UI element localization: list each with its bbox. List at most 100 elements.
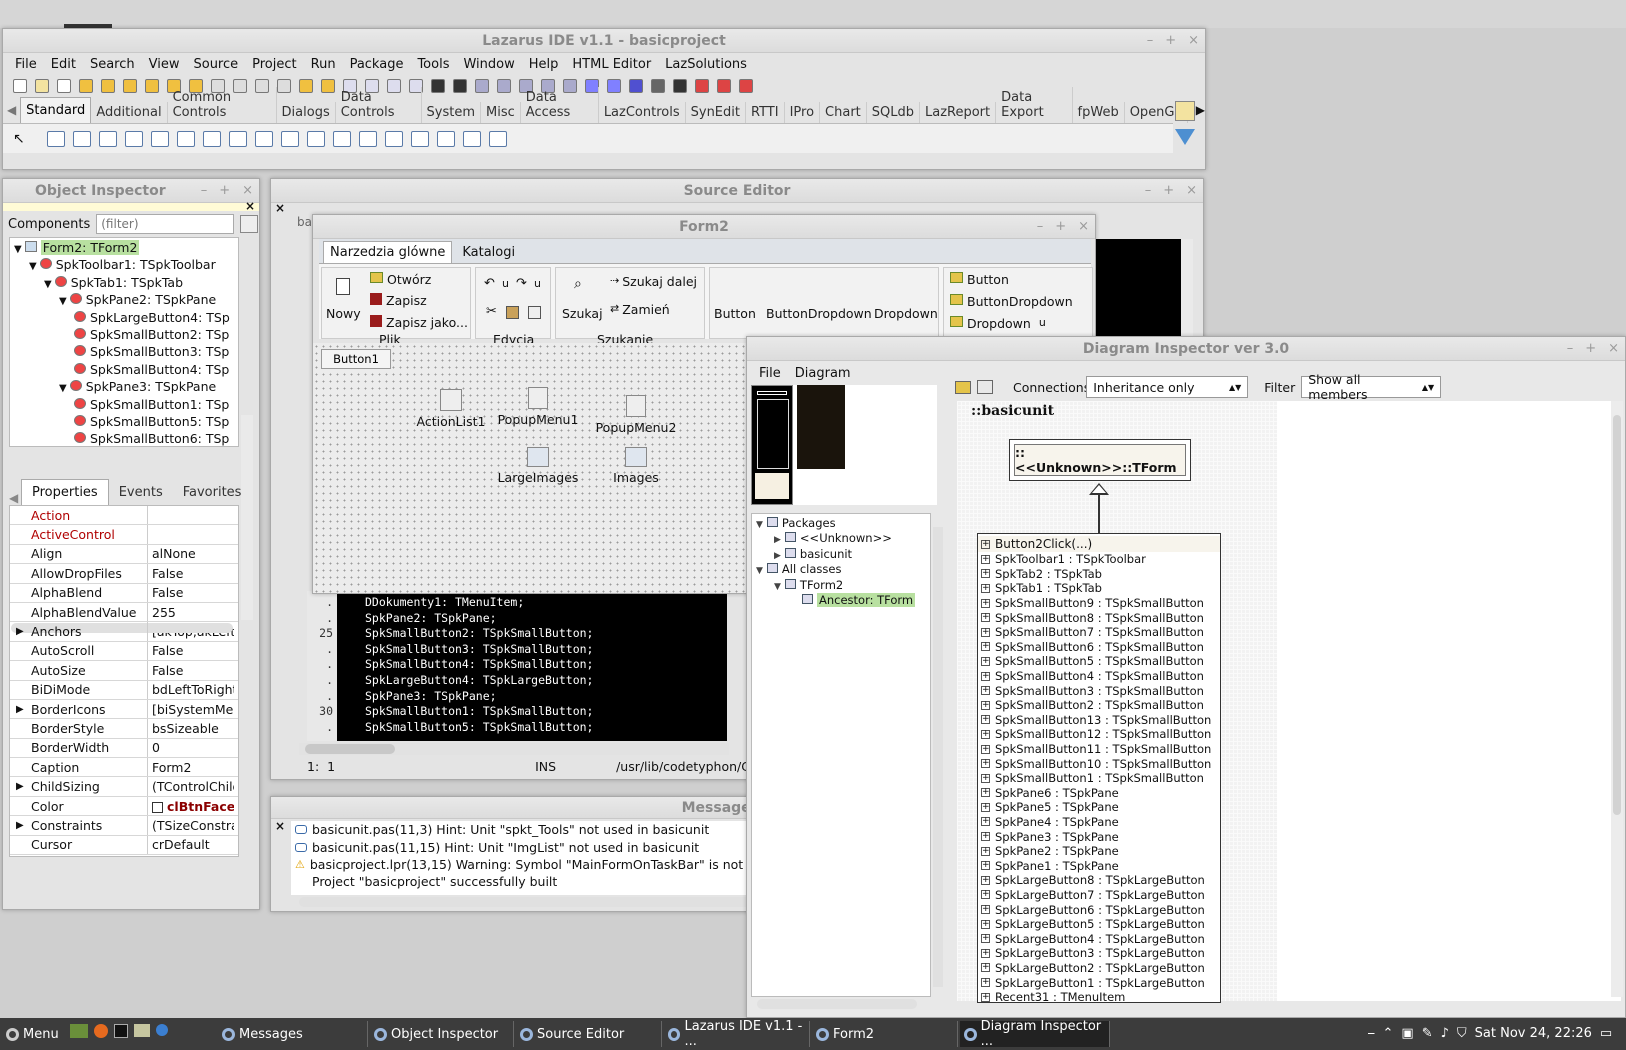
property-row[interactable]: AlphaBlendValue 255 xyxy=(10,602,238,623)
menu-lazsolutions[interactable]: LazSolutions xyxy=(659,57,753,72)
maximize-icon[interactable]: + xyxy=(1055,219,1066,234)
message-item[interactable]: basicunit.pas(11,3) Hint: Unit "spkt_Too… xyxy=(295,821,769,838)
tree-node[interactable]: ▼ Form2: TForm2 xyxy=(14,240,140,255)
taskbar-button[interactable]: Lazarus IDE v1.1 - ... xyxy=(664,1019,810,1049)
package-tree-node[interactable]: ▼ All classes xyxy=(756,562,841,576)
diagram-vscroll[interactable] xyxy=(1611,401,1623,997)
panel-icon[interactable] xyxy=(436,130,455,147)
maximize-icon[interactable]: + xyxy=(1585,341,1596,356)
mainmenu-icon[interactable] xyxy=(46,130,65,147)
menu-run[interactable]: Run xyxy=(305,57,342,72)
property-row[interactable]: AutoSize False xyxy=(10,661,238,681)
plus-icon[interactable]: + xyxy=(981,890,990,900)
new-icon[interactable] xyxy=(57,79,71,93)
palette-tab-data-access[interactable]: Data Access xyxy=(521,87,599,123)
small-buttondropdown-item[interactable]: ButtonDropdown xyxy=(950,294,1073,309)
clock[interactable]: Sat Nov 24, 22:26 xyxy=(1475,1026,1592,1041)
property-value-cell[interactable]: bsSizeable xyxy=(148,721,234,736)
new-form-icon[interactable] xyxy=(35,79,49,93)
plik-item-zapisz[interactable]: Zapisz xyxy=(370,293,427,308)
chat-icon[interactable]: ▭ xyxy=(1600,1026,1612,1041)
taskbar-button[interactable]: Form2 xyxy=(812,1021,958,1047)
plik-item-zapisz-jako[interactable]: Zapisz jako... xyxy=(370,315,468,330)
code-line[interactable]: SpkSmallButton4: TSpkSmallButton; xyxy=(365,657,727,673)
property-value-cell[interactable]: crDefault xyxy=(148,837,234,852)
plus-icon[interactable]: + xyxy=(981,817,990,827)
plus-icon[interactable]: + xyxy=(981,919,990,929)
close-icon[interactable]: × xyxy=(1188,33,1199,48)
expand-triangle-icon[interactable]: ▼ xyxy=(14,244,22,255)
class-member[interactable]: + SpkLargeButton5 : TSpkLargeButton xyxy=(978,917,1220,932)
copy-icon[interactable] xyxy=(528,306,541,319)
property-row[interactable]: BiDiMode bdLeftToRight xyxy=(10,680,238,700)
property-row[interactable]: AllowDropFiles False xyxy=(10,564,238,584)
plus-icon[interactable]: + xyxy=(981,642,990,652)
diagram-menu-file[interactable]: File xyxy=(753,366,787,381)
message-item[interactable]: ⚠ basicproject.lpr(13,15) Warning: Symbol… xyxy=(295,856,769,873)
expand-triangle-icon[interactable]: ▼ xyxy=(756,566,763,576)
palette-side-icon[interactable] xyxy=(1175,101,1195,121)
palette-tab-lazreport[interactable]: LazReport xyxy=(920,102,997,123)
class-member[interactable]: + Recent31 : TMenuItem xyxy=(978,990,1220,1002)
class-member[interactable]: + SpkSmallButton6 : TSpkSmallButton xyxy=(978,640,1220,655)
taskbar-button[interactable]: Messages xyxy=(218,1021,368,1047)
property-value-cell[interactable]: bdLeftToRight xyxy=(148,682,234,697)
close-icon[interactable]: × xyxy=(1608,341,1619,356)
menu-html-editor[interactable]: HTML Editor xyxy=(566,57,657,72)
class-member[interactable]: + SpkPane2 : TSpkPane xyxy=(978,844,1220,859)
class-member[interactable]: + SpkLargeButton4 : TSpkLargeButton xyxy=(978,931,1220,946)
palette-tab-dialogs[interactable]: Dialogs xyxy=(277,102,336,123)
minimize-icon[interactable]: – xyxy=(1145,183,1152,198)
open-recent-icon[interactable] xyxy=(101,79,115,93)
palette-tab-system[interactable]: System xyxy=(422,102,482,123)
plus-icon[interactable]: + xyxy=(981,875,990,885)
chevron-up-icon[interactable]: ⌃ xyxy=(1383,1026,1394,1041)
expand-triangle-icon[interactable]: ▼ xyxy=(29,261,37,272)
small-dropdown-item[interactable]: Dropdown u xyxy=(950,316,1046,331)
palette-tab-data-export[interactable]: Data Export xyxy=(996,87,1073,123)
label-icon[interactable] xyxy=(124,130,143,147)
class-member[interactable]: + SpkToolbar1 : TSpkToolbar xyxy=(978,552,1220,567)
button1[interactable]: Button1 xyxy=(321,349,391,369)
maximize-icon[interactable]: + xyxy=(1163,183,1174,198)
view-units-icon[interactable] xyxy=(431,79,445,93)
radiobutton-icon[interactable] xyxy=(254,130,273,147)
expand-arrow-icon[interactable]: ▶ xyxy=(16,820,24,831)
expand-arrow-icon[interactable]: ▶ xyxy=(16,704,24,715)
nowy-button[interactable]: Nowy xyxy=(326,306,361,321)
checkgroup-icon[interactable] xyxy=(410,130,429,147)
close-icon[interactable]: × xyxy=(1078,219,1089,234)
debug-step-icon[interactable] xyxy=(475,79,489,93)
plus-icon[interactable]: + xyxy=(981,613,990,623)
editor-tab-partial[interactable]: ba xyxy=(297,215,312,229)
redo-icon[interactable]: ↷ xyxy=(516,276,527,291)
paste-icon[interactable] xyxy=(506,306,519,319)
plus-icon[interactable]: + xyxy=(981,759,990,769)
property-value-cell[interactable]: 255 xyxy=(148,605,234,620)
tree-node[interactable]: ▼ SpkPane3: TSpkPane xyxy=(59,379,216,394)
radiogroup-icon[interactable] xyxy=(384,130,403,147)
class-member[interactable]: + SpkSmallButton1 : TSpkSmallButton xyxy=(978,771,1220,786)
tree-node[interactable]: SpkLargeButton4: TSp xyxy=(74,310,230,325)
property-value-cell[interactable]: False xyxy=(148,585,234,600)
small-button-item[interactable]: Button xyxy=(950,272,1009,287)
oi-tab-scroll-left-icon[interactable]: ◀ xyxy=(9,491,18,505)
palette-scroll-right-icon[interactable]: ▶ xyxy=(1196,103,1205,117)
package-tree-node[interactable]: ▶ basicunit xyxy=(774,547,852,561)
open-all-icon[interactable] xyxy=(123,79,137,93)
class-member[interactable]: + SpkPane6 : TSpkPane xyxy=(978,786,1220,801)
plus-icon[interactable]: + xyxy=(981,569,990,579)
open-project-icon[interactable] xyxy=(321,79,335,93)
plus-icon[interactable]: + xyxy=(981,671,990,681)
plus-icon[interactable]: + xyxy=(981,744,990,754)
expand-triangle-icon[interactable]: ▼ xyxy=(756,520,763,530)
watch-icon[interactable] xyxy=(607,79,621,93)
volume-icon[interactable]: ♪ xyxy=(1441,1026,1449,1041)
code-line[interactable]: SpkSmallButton1: TSpkSmallButton; xyxy=(365,704,727,720)
class-member[interactable]: + SpkPane3 : TSpkPane xyxy=(978,829,1220,844)
menu-search[interactable]: Search xyxy=(84,57,141,72)
diagram-tree-vscroll[interactable] xyxy=(933,527,943,987)
plus-icon[interactable]: + xyxy=(981,788,990,798)
plus-icon[interactable]: + xyxy=(981,978,990,988)
plus-icon[interactable]: + xyxy=(981,934,990,944)
